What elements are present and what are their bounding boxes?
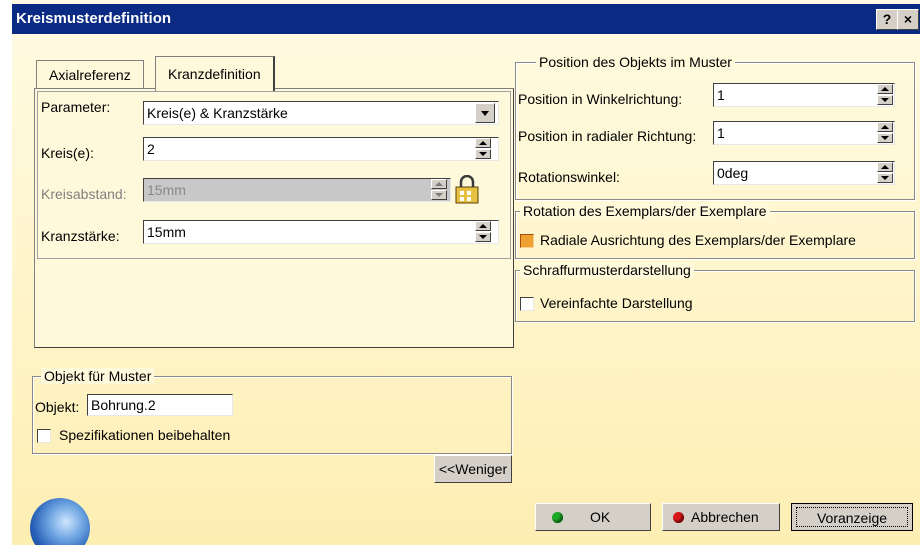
parameter-combo[interactable]: Kreis(e) & Kranzstärke — [143, 101, 499, 125]
close-button[interactable]: × — [897, 9, 919, 30]
kreisabstand-spinner — [431, 179, 447, 201]
preview-button[interactable]: Voranzeige — [791, 503, 913, 531]
window-title: Kreismusterdefinition — [16, 10, 172, 27]
ok-button[interactable]: OK — [535, 503, 651, 531]
cancel-button[interactable]: Abbrechen — [662, 503, 780, 531]
ok-label: OK — [590, 509, 611, 525]
schraffur-group-legend: Schraffurmusterdarstellung — [520, 262, 694, 278]
position-group-legend: Position des Objekts im Muster — [536, 54, 735, 70]
radial-input[interactable]: 1 — [713, 121, 895, 145]
kranzstaerke-spinner[interactable] — [475, 221, 491, 243]
cancel-icon — [673, 512, 684, 523]
kreise-input[interactable]: 2 — [143, 137, 499, 161]
objekt-input[interactable]: Bohrung.2 — [87, 394, 233, 416]
tab-axialreferenz[interactable]: Axialreferenz — [36, 60, 144, 89]
spezifikationen-label: Spezifikationen beibehalten — [59, 427, 231, 443]
parameter-label: Parameter: — [41, 99, 111, 115]
preview-label: Voranzeige — [796, 507, 908, 527]
position-group: Position des Objekts im Muster Position … — [515, 54, 915, 200]
kranzstaerke-input[interactable]: 15mm — [143, 220, 499, 244]
vereinfachte-checkbox[interactable] — [520, 297, 534, 311]
kreisabstand-input: 15mm — [143, 178, 451, 202]
schraffur-group: Schraffurmusterdarstellung Vereinfachte … — [515, 262, 915, 322]
radiale-ausrichtung-checkbox[interactable] — [520, 234, 534, 248]
weniger-button[interactable]: <<Weniger — [434, 455, 512, 483]
cancel-label: Abbrechen — [691, 509, 759, 525]
tab-panel-kranzdefinition: Parameter: Kreis(e) & Kranzstärke Kreis(… — [34, 88, 514, 348]
rotation-input[interactable]: 0deg — [713, 161, 895, 185]
rotation-label: Rotationswinkel: — [518, 169, 620, 185]
rotation-spinner[interactable] — [877, 162, 893, 184]
tab-kranzdefinition[interactable]: Kranzdefinition — [155, 56, 275, 91]
radiale-ausrichtung-label: Radiale Ausrichtung des Exemplars/der Ex… — [540, 232, 856, 248]
spezifikationen-checkbox[interactable] — [37, 429, 51, 443]
vereinfachte-label: Vereinfachte Darstellung — [540, 295, 693, 311]
help-button[interactable]: ? — [876, 9, 898, 30]
winkel-input[interactable]: 1 — [713, 83, 895, 107]
ok-icon — [552, 512, 563, 523]
objekt-group: Objekt für Muster Objekt: Bohrung.2 Spez… — [32, 368, 512, 454]
objekt-label: Objekt: — [35, 399, 80, 415]
combo-dropdown-button[interactable] — [475, 103, 495, 123]
kreisabstand-label: Kreisabstand: — [41, 186, 127, 202]
kreise-spinner[interactable] — [475, 138, 491, 160]
winkel-spinner[interactable] — [877, 84, 893, 106]
rotation-group-legend: Rotation des Exemplars/der Exemplare — [520, 203, 770, 219]
lock-icon[interactable] — [453, 174, 483, 205]
kranzstaerke-label: Kranzstärke: — [41, 228, 120, 244]
rotation-group: Rotation des Exemplars/der Exemplare Rad… — [515, 203, 915, 259]
globe-logo-icon — [30, 498, 90, 545]
radial-label: Position in radialer Richtung: — [518, 128, 697, 144]
objekt-group-legend: Objekt für Muster — [41, 368, 155, 384]
kreise-label: Kreis(e): — [41, 145, 94, 161]
dialog-window: Kreismusterdefinition ? × Axialreferenz … — [12, 0, 920, 545]
radial-spinner[interactable] — [877, 122, 893, 144]
title-bar[interactable]: Kreismusterdefinition ? × — [12, 4, 920, 34]
winkel-label: Position in Winkelrichtung: — [518, 91, 683, 107]
